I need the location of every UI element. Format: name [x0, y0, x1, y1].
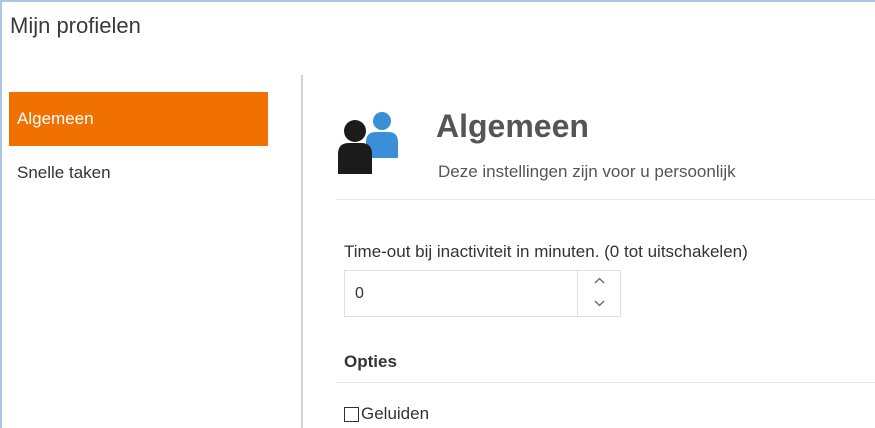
options-divider	[336, 382, 875, 383]
sidebar-item-label: Algemeen	[17, 109, 94, 128]
stepper-buttons	[577, 271, 621, 316]
sidebar-divider	[301, 75, 303, 428]
timeout-label: Time-out bij inactiviteit in minuten. (0…	[344, 242, 748, 261]
timeout-input[interactable]	[345, 271, 577, 316]
sidebar-item-algemeen[interactable]: Algemeen	[9, 92, 268, 146]
section-title: Algemeen	[436, 108, 589, 144]
window-title: Mijn profielen	[10, 13, 141, 38]
sounds-checkbox-row[interactable]: Geluiden	[344, 404, 429, 424]
sidebar-item-snelle-taken[interactable]: Snelle taken	[9, 146, 268, 200]
options-heading: Opties	[344, 352, 397, 371]
stepper-down-button[interactable]	[578, 294, 621, 316]
stepper-up-button[interactable]	[578, 271, 621, 293]
chevron-up-icon	[594, 277, 605, 284]
sidebar-item-label: Snelle taken	[17, 163, 111, 182]
window-frame	[0, 0, 875, 428]
users-icon	[338, 112, 398, 174]
header-divider	[336, 199, 875, 200]
chevron-down-icon	[594, 300, 605, 307]
sounds-checkbox[interactable]	[344, 406, 359, 422]
timeout-stepper	[344, 270, 621, 317]
sounds-checkbox-label: Geluiden	[361, 404, 430, 423]
section-subtitle: Deze instellingen zijn voor u persoonlij…	[438, 162, 736, 181]
